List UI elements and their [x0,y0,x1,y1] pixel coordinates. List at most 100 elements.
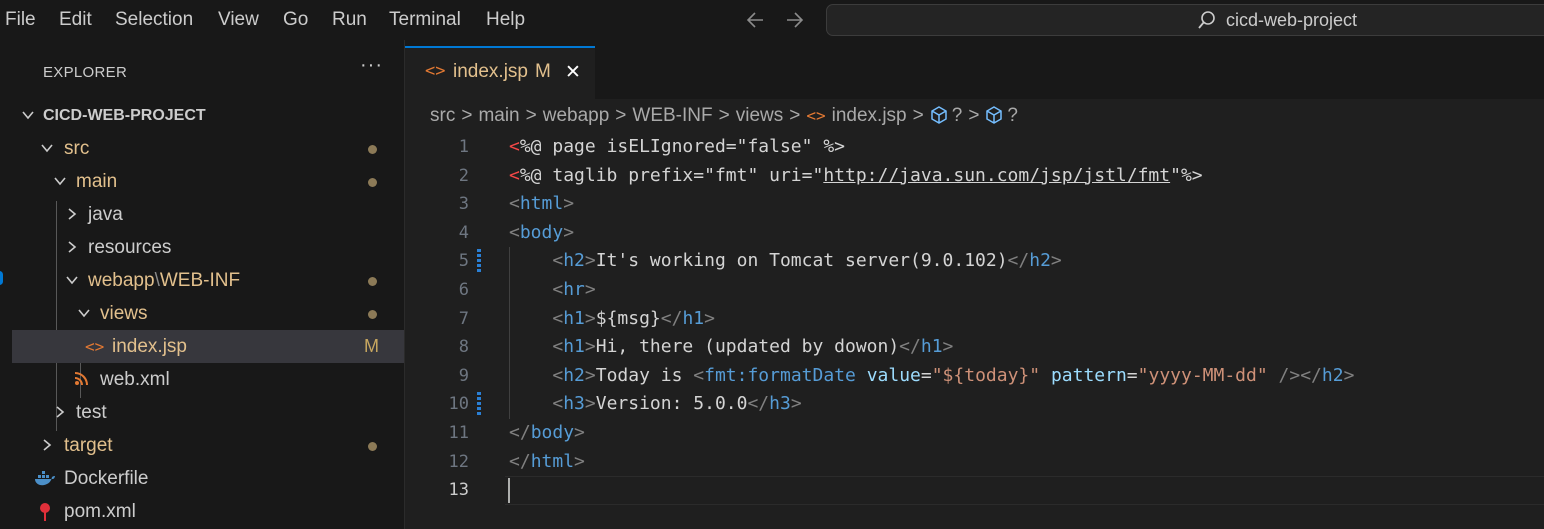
activity-bar [0,40,12,529]
line-number: 4 [458,222,469,243]
modified-dot [368,145,377,154]
line-number: 5 [458,251,469,272]
code-line[interactable]: 5 <h2>It's working on Tomcat server(9.0.… [405,247,1544,276]
menu-file[interactable]: File [5,0,36,40]
code-line[interactable]: 3 <html> [405,190,1544,219]
tree-item-label: main [76,171,118,192]
chevron-right-icon [43,439,52,451]
tree-item-target[interactable]: target [12,429,404,462]
line-number: 9 [458,365,469,386]
tree-item-resources[interactable]: resources [12,231,404,264]
breadcrumb-separator: > [789,105,801,126]
tree-item-label: test [76,402,107,423]
chevron-right-icon [68,208,77,220]
modified-badge: M [364,336,379,356]
menu-run[interactable]: Run [332,0,367,40]
breadcrumb-symbol[interactable]: ? [1007,105,1018,126]
tree-item-label: resources [88,237,172,258]
breadcrumb-item[interactable]: WEB-INF [632,105,712,126]
breadcrumb-file[interactable]: index.jsp [832,105,907,126]
jsp-file-icon: <> [85,337,105,356]
breadcrumb-separator: > [525,105,537,126]
menu-go[interactable]: Go [283,0,308,40]
code-line[interactable]: 2 <%@ taglib prefix="fmt" uri="http://jav… [405,162,1544,191]
line-number: 13 [448,480,469,501]
menu-help[interactable]: Help [486,0,525,40]
line-code: </body> [509,422,585,443]
more-actions-icon[interactable]: ··· [360,54,383,77]
tree-item-webapp-web-inf[interactable]: webapp\WEB-INF [12,264,404,297]
line-number: 6 [458,280,469,300]
modified-line-marker[interactable] [477,249,481,274]
code-line[interactable]: 13 [405,476,1544,505]
tree-item-index-jsp[interactable]: <> index.jsp M [12,330,404,363]
tree-item-dockerfile[interactable]: Dockerfile [12,462,404,495]
code-editor[interactable]: 1 <%@ page isELIgnored="false" %> 2 <%@ tag… [405,133,1544,529]
tree-item-main[interactable]: main [12,165,404,198]
breadcrumb-symbol[interactable]: ? [952,105,963,126]
breadcrumb-separator: > [968,105,980,126]
breadcrumb-separator: > [461,105,473,126]
menu-view[interactable]: View [218,0,259,40]
chevron-down-icon [54,177,66,186]
command-center-search[interactable]: cicd-web-project [826,4,1544,36]
breadcrumb-item[interactable]: webapp [543,105,610,126]
breadcrumb-item[interactable]: src [430,105,455,126]
breadcrumb-item[interactable]: main [478,105,519,126]
code-line[interactable]: 6 <hr> [405,276,1544,305]
explorer-sidebar: EXPLORER ··· CICD-WEB-PROJECT src main j… [12,40,405,529]
breadcrumb-item[interactable]: views [736,105,784,126]
menu-selection[interactable]: Selection [115,0,193,40]
tree-item-pom-xml[interactable]: pom.xml [12,495,404,528]
menu-terminal[interactable]: Terminal [389,0,461,40]
chevron-down-icon [66,276,78,285]
maven-pin-icon [40,503,50,521]
code-line[interactable]: 7 <h1>${msg}</h1> [405,305,1544,334]
code-line[interactable]: 10 <h3>Version: 5.0.0</h3> [405,390,1544,419]
code-line[interactable]: 1 <%@ page isELIgnored="false" %> [405,133,1544,162]
tree-item-java[interactable]: java [12,198,404,231]
menu-edit[interactable]: Edit [59,0,92,40]
search-icon [1196,9,1218,31]
tree-item-src[interactable]: src [12,132,404,165]
chevron-down-icon [41,144,53,153]
line-number: 12 [448,451,469,472]
line-number: 11 [448,423,469,443]
line-number: 2 [458,165,469,186]
code-line[interactable]: 4 <body> [405,219,1544,248]
tree-item-label: CICD-WEB-PROJECT [43,107,206,124]
tree-item-project-root[interactable]: CICD-WEB-PROJECT [12,99,404,132]
tree-item-views[interactable]: views [12,297,404,330]
tab-index-jsp[interactable]: <> index.jsp M ✕ [405,46,595,99]
jsp-file-icon: <> [425,61,446,81]
line-code: <h3>Version: 5.0.0</h3> [552,393,802,415]
tree-item-web-xml[interactable]: web.xml [12,363,404,396]
line-code: <h1>Hi, there (updated by dowon)</h1> [552,336,954,358]
breadcrumb-separator: > [718,105,730,126]
close-icon[interactable]: ✕ [565,61,581,84]
code-line[interactable]: 8 <h1>Hi, there (updated by dowon)</h1> [405,333,1544,362]
explorer-title: EXPLORER [43,64,128,81]
tree-item-label: webapp\WEB-INF [88,264,240,297]
modified-line-marker[interactable] [477,392,481,417]
code-line[interactable]: 9 <h2>Today is <fmt:formatDate value="${… [405,362,1544,391]
tree-item-test[interactable]: test [12,396,404,429]
arrow-right-icon[interactable] [784,0,806,40]
tree-item-label-part: WEB-INF [159,270,241,291]
xml-rss-icon [74,372,88,386]
modified-dot [368,310,377,319]
chevron-down-icon [78,309,90,318]
docker-icon [35,471,55,486]
arrow-left-icon[interactable] [744,0,766,40]
modified-dot [368,277,377,286]
breadcrumb-separator: > [912,105,924,126]
code-line[interactable]: 12 </html> [405,448,1544,477]
jsp-file-icon: <> [806,106,826,125]
code-line[interactable]: 11 </body> [405,419,1544,448]
tree-item-label: index.jsp [112,336,187,357]
modified-badge: M [535,61,551,82]
tree-item-label: web.xml [100,369,170,390]
tree-item-label: pom.xml [64,501,136,522]
line-code: <body> [509,221,575,243]
line-code: <h2>It's working on Tomcat server(9.0.10… [552,250,1062,272]
